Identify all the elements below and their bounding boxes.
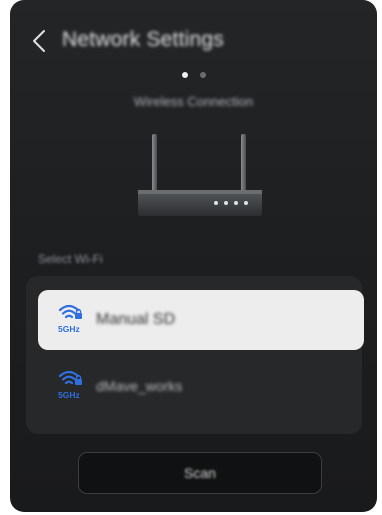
wifi-band-label: 5GHz (58, 324, 80, 334)
wifi-network-name: Manual SD (96, 311, 176, 328)
page-title: Network Settings (62, 28, 224, 51)
back-button[interactable] (26, 24, 52, 58)
settings-panel: Network Settings Wireless Connection Sel… (10, 0, 377, 512)
header: Network Settings (10, 20, 377, 64)
wifi-lock-icon: 5GHz (58, 304, 82, 334)
wifi-band-label: 5GHz (58, 390, 80, 400)
wifi-list: 5GHz Manual SD 5GHz dMave_works (26, 276, 364, 434)
page-dot-1[interactable] (181, 72, 188, 78)
wifi-network-name: dMave_works (96, 378, 183, 394)
page-dot-2[interactable] (199, 72, 206, 78)
router-icon (138, 134, 262, 216)
wifi-section-label: Select Wi-Fi (38, 252, 103, 266)
wifi-network-item[interactable]: 5GHz Manual SD (38, 290, 364, 350)
scan-button-label: Scan (184, 465, 216, 481)
wifi-lock-icon: 5GHz (58, 370, 82, 400)
wifi-network-item[interactable]: 5GHz dMave_works (38, 356, 364, 416)
chevron-left-icon (33, 30, 45, 52)
page-indicator (10, 72, 377, 78)
section-subtitle: Wireless Connection (133, 94, 254, 109)
scan-button[interactable]: Scan (78, 452, 322, 494)
